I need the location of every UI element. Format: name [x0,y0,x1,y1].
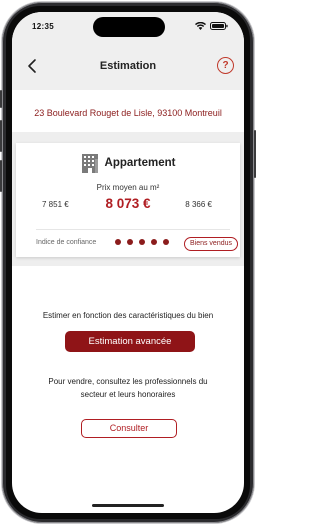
home-indicator[interactable] [92,504,164,507]
confidence-label: Indice de confiance [36,239,97,246]
property-type-row: Appartement [16,153,240,173]
confidence-dot [115,239,121,245]
confidence-dot [163,239,169,245]
screen: 12:35 Estimation ? 23 Boulevard Rouget d… [12,12,244,513]
confidence-dot [151,239,157,245]
sell-caption: Pour vendre, consultez les professionnel… [48,377,208,399]
address-text: 23 Boulevard Rouget de Lisle, 93100 Mont… [34,108,222,118]
advanced-estimate-button[interactable]: Estimation avancée [65,331,195,352]
page-title: Estimation [99,60,157,72]
sold-properties-button[interactable]: Biens vendus [183,237,238,251]
advanced-estimate-caption: Estimer en fonction des caractéristiques… [42,311,214,320]
price-high: 8 366 € [185,200,212,209]
help-button[interactable]: ? [217,57,234,74]
confidence-dot [139,239,145,245]
confidence-indicator [115,239,169,245]
price-caption: Prix moyen au m² [96,183,160,192]
consult-button[interactable]: Consulter [81,419,177,438]
nav-bar: Estimation ? [12,42,244,90]
price-row: 7 851 € 8 073 € 8 366 € [16,196,240,212]
battery-icon [210,22,228,30]
estimate-card: Appartement Prix moyen au m² 7 851 € 8 0… [16,143,240,257]
phone-side-button [0,160,2,192]
divider [36,229,230,230]
status-time: 12:35 [32,22,54,31]
phone-side-button [0,120,2,152]
wifi-icon [195,22,206,30]
confidence-dot [127,239,133,245]
dynamic-island [93,17,165,37]
phone-side-button [254,130,256,178]
status-icons [195,22,228,30]
question-circle-icon: ? [222,60,229,71]
phone-side-button [0,90,2,108]
property-type-label: Appartement [104,157,176,169]
status-bar: 12:35 [12,12,244,42]
building-icon [81,154,98,173]
